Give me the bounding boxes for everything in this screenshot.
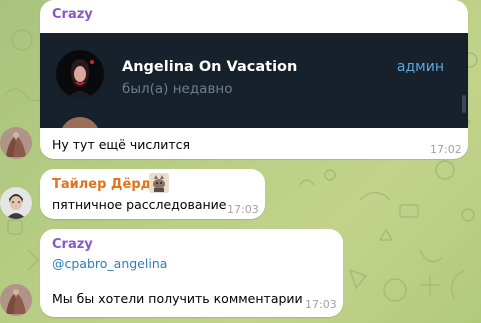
member-preview-card[interactable]: Angelina On Vacation был(а) недавно адми… (40, 33, 468, 128)
message-time: 17:02 (430, 143, 462, 156)
cat-sticker-icon (149, 173, 169, 193)
message-text: пятничное расследование (52, 197, 227, 212)
user-mention-link[interactable]: @cpabro_angelina (52, 256, 167, 271)
chat-area: Crazy Angelina On Vacation был(а) недавн… (0, 0, 481, 323)
next-member-avatar (60, 117, 100, 128)
sender-avatar[interactable] (0, 187, 32, 219)
member-role-badge: админ (396, 59, 444, 75)
message-time: 17:03 (305, 298, 337, 311)
sender-avatar[interactable] (0, 127, 32, 159)
sender-name[interactable]: Crazy (52, 237, 93, 252)
member-last-seen: был(а) недавно (122, 81, 233, 97)
member-avatar (56, 50, 104, 98)
message-text: Мы бы хотели получить комментарии (52, 291, 303, 306)
sender-avatar[interactable] (0, 284, 32, 316)
member-name: Angelina On Vacation (122, 59, 298, 75)
embed-scrollbar[interactable] (462, 95, 466, 113)
message-text: Ну тут ещё числится (52, 137, 191, 152)
message-time: 17:03 (227, 203, 259, 216)
sender-name[interactable]: Crazy (52, 7, 93, 22)
